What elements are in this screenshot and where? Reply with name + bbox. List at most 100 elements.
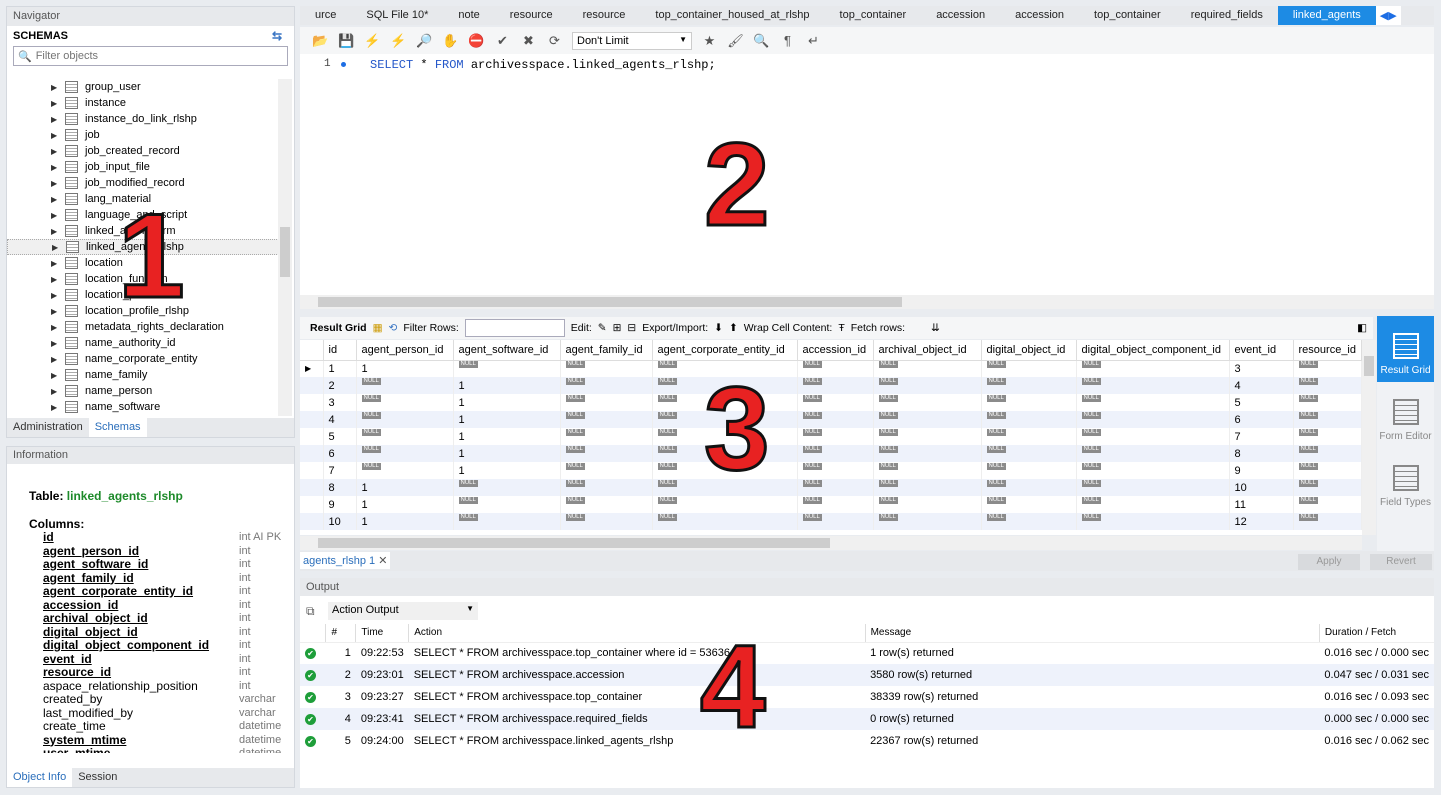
filter-objects-input[interactable] (35, 50, 276, 62)
field-types-button[interactable]: Field Types (1377, 448, 1434, 514)
grid-cell[interactable]: NULL (560, 394, 653, 411)
refresh-icon[interactable]: ⇆ (272, 29, 282, 43)
grid-col-header[interactable]: agent_corporate_entity_id (652, 340, 798, 361)
grid-cell[interactable]: 10 (323, 513, 357, 530)
expand-arrow-icon[interactable]: ▶ (51, 147, 61, 156)
grid-cell[interactable]: NULL (560, 360, 653, 377)
grid-cell[interactable]: NULL (797, 462, 874, 479)
table-row[interactable]: 8 1 NULL NULL NULL NULL NULL NULL NULL 10 NULL (300, 479, 1362, 496)
grid-cell[interactable]: NULL (981, 411, 1077, 428)
grid-cell[interactable]: NULL (797, 377, 874, 394)
beautify-icon[interactable]: 🖌 (727, 32, 744, 49)
grid-cell[interactable]: NULL (356, 377, 454, 394)
query-tab[interactable]: accession (921, 6, 1000, 25)
grid-col-header[interactable]: digital_object_id (981, 340, 1077, 361)
grid-vscrollbar[interactable] (1362, 340, 1376, 535)
tab-scroll-arrows-icon[interactable]: ◀▶ (1375, 6, 1401, 25)
query-tab[interactable]: resource (568, 6, 641, 25)
query-tab[interactable]: accession (1000, 6, 1079, 25)
form-editor-button[interactable]: Form Editor (1377, 382, 1434, 448)
autocommit-icon[interactable]: ⟳ (546, 32, 563, 49)
grid-cell[interactable]: 1 (453, 394, 561, 411)
grid-cell[interactable]: 1 (453, 445, 561, 462)
row-selector[interactable] (300, 513, 324, 530)
grid-cell[interactable]: NULL (797, 496, 874, 513)
grid-cell[interactable]: NULL (453, 479, 561, 496)
output-selector[interactable]: Action Output ▼ (328, 602, 478, 620)
rollback-icon[interactable]: ✖ (520, 32, 537, 49)
grid-cell[interactable]: NULL (356, 462, 454, 479)
tree-item[interactable]: ▶ group_user (7, 79, 279, 95)
filter-objects[interactable]: 🔍 (13, 46, 288, 66)
grid-cell[interactable]: NULL (652, 496, 798, 513)
grid-icon[interactable]: ▦ (373, 322, 383, 334)
grid-cell[interactable]: NULL (1293, 462, 1362, 479)
grid-cell[interactable]: NULL (797, 360, 874, 377)
grid-cell[interactable]: 6 (1229, 411, 1294, 428)
table-row[interactable]: 6 NULL 1 NULL NULL NULL NULL NULL NULL 8 NULL (300, 445, 1362, 462)
commit-icon[interactable]: ✔ (494, 32, 511, 49)
grid-col-header[interactable]: agent_family_id (560, 340, 653, 361)
grid-cell[interactable]: NULL (981, 462, 1077, 479)
find-icon[interactable]: 🔍 (753, 32, 770, 49)
toggle-panel-icon[interactable]: ◧ (1357, 322, 1367, 334)
grid-cell[interactable]: 6 (323, 445, 357, 462)
row-selector[interactable] (300, 479, 324, 496)
grid-cell[interactable]: NULL (356, 428, 454, 445)
grid-cell[interactable]: NULL (873, 394, 982, 411)
table-row[interactable]: 7 NULL 1 NULL NULL NULL NULL NULL NULL 9 NULL (300, 462, 1362, 479)
expand-arrow-icon[interactable]: ▶ (51, 371, 61, 380)
query-tab[interactable]: note (443, 6, 494, 25)
grid-cell[interactable]: NULL (981, 394, 1077, 411)
grid-cell[interactable]: 8 (1229, 445, 1294, 462)
grid-cell[interactable]: NULL (873, 496, 982, 513)
export-icon[interactable]: ⬇ (714, 322, 723, 334)
result-grid-button[interactable]: Result Grid (1377, 316, 1434, 382)
grid-cell[interactable]: NULL (1293, 377, 1362, 394)
grid-cell[interactable]: NULL (797, 394, 874, 411)
save-icon[interactable]: 💾 (338, 32, 355, 49)
grid-cell[interactable]: NULL (1076, 411, 1230, 428)
grid-cell[interactable]: NULL (1293, 394, 1362, 411)
grid-cell[interactable]: 1 (323, 360, 357, 377)
copy-icon[interactable]: ⧉ (306, 604, 315, 619)
open-file-icon[interactable]: 📂 (312, 32, 329, 49)
expand-arrow-icon[interactable]: ▶ (51, 259, 61, 268)
output-row[interactable]: ✔ 5 09:24:00 SELECT * FROM archivesspace.li… (300, 730, 1434, 752)
grid-cell[interactable]: NULL (1293, 360, 1362, 377)
limit-select[interactable]: Don't Limit ▼ (572, 31, 692, 50)
apply-button[interactable]: Apply (1298, 554, 1360, 570)
grid-cell[interactable]: NULL (560, 496, 653, 513)
table-row[interactable]: 2 NULL 1 NULL NULL NULL NULL NULL NULL 4 NULL (300, 377, 1362, 394)
expand-arrow-icon[interactable]: ▶ (51, 99, 61, 108)
tree-item[interactable]: ▶ instance_do_link_rlshp (7, 111, 279, 127)
grid-cell[interactable]: NULL (1293, 411, 1362, 428)
grid-cell[interactable]: 1 (453, 462, 561, 479)
grid-cell[interactable]: NULL (981, 360, 1077, 377)
query-tab[interactable]: urce (300, 6, 351, 25)
query-tab[interactable]: top_container_housed_at_rlshp (640, 6, 824, 25)
grid-hscrollbar[interactable] (300, 536, 1362, 550)
tree-item[interactable]: ▶ name_corporate_entity (7, 351, 279, 367)
grid-cell[interactable]: NULL (873, 479, 982, 496)
row-selector[interactable]: ▶ (300, 360, 324, 377)
grid-cell[interactable]: NULL (1076, 360, 1230, 377)
grid-cell[interactable]: 3 (323, 394, 357, 411)
grid-cell[interactable]: NULL (560, 513, 653, 530)
delete-row-icon[interactable]: ⊟ (627, 322, 636, 334)
revert-button[interactable]: Revert (1370, 554, 1432, 570)
output-row[interactable]: ✔ 4 09:23:41 SELECT * FROM archivesspace.re… (300, 708, 1434, 730)
grid-col-header[interactable]: digital_object_component_id (1076, 340, 1230, 361)
grid-cell[interactable]: 5 (323, 428, 357, 445)
query-tab[interactable]: top_container (1079, 6, 1176, 25)
grid-cell[interactable]: 1 (356, 479, 454, 496)
expand-arrow-icon[interactable]: ▶ (51, 339, 61, 348)
execute-icon[interactable]: ⚡ (364, 32, 381, 49)
grid-cell[interactable]: 9 (1229, 462, 1294, 479)
row-selector[interactable] (300, 428, 324, 445)
query-tab[interactable]: SQL File 10* (351, 6, 443, 25)
add-row-icon[interactable]: ⊞ (613, 322, 622, 334)
tree-item[interactable]: ▶ instance (7, 95, 279, 111)
grid-cell[interactable]: NULL (1076, 513, 1230, 530)
expand-arrow-icon[interactable]: ▶ (52, 243, 62, 252)
